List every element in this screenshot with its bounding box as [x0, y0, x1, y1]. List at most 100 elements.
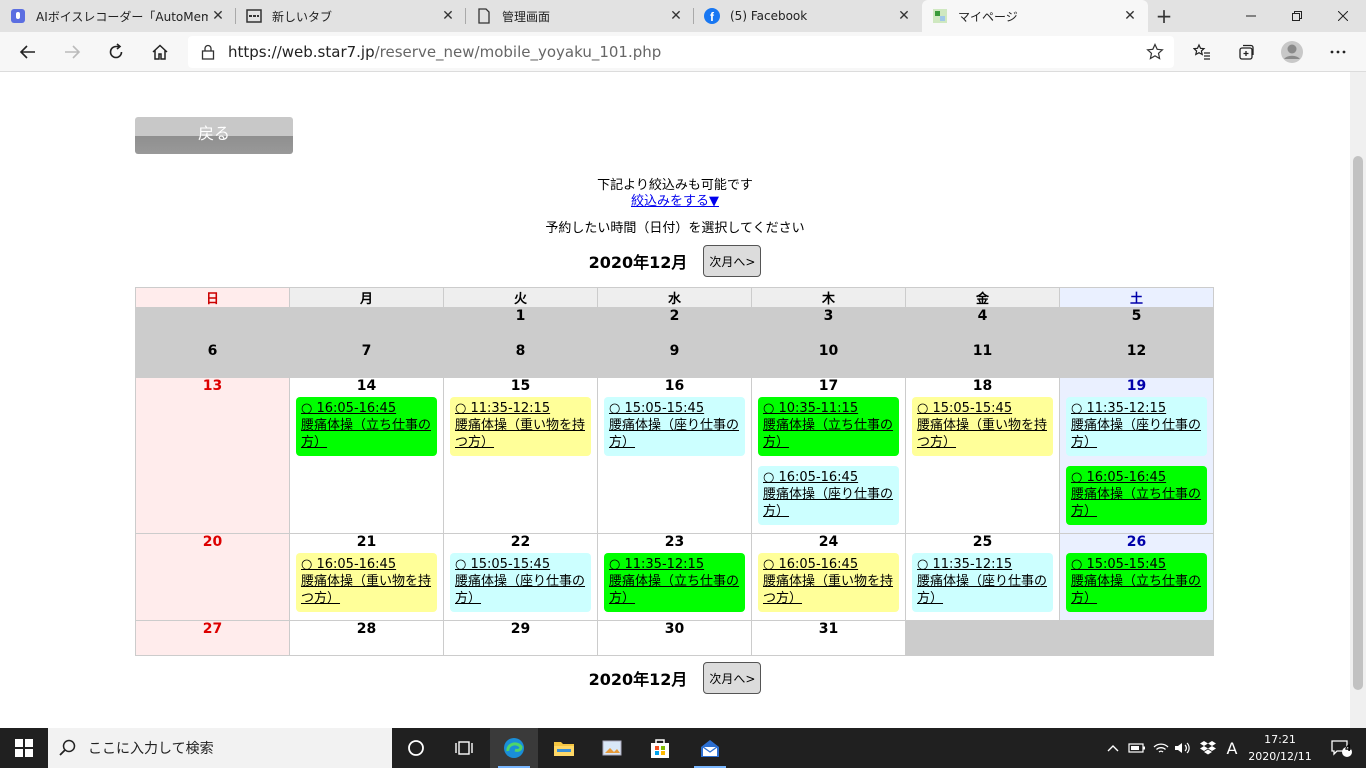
day-number [141, 308, 284, 325]
calendar-day-cell: 22 ○ 15:05-15:45 腰痛体操（座り仕事の方） [443, 533, 598, 621]
reservation-slot[interactable]: ○ 16:05-16:45 腰痛体操（重い物を持つ方） [758, 553, 899, 612]
profile-avatar[interactable] [1276, 36, 1308, 68]
scrollbar-thumb[interactable] [1353, 156, 1363, 690]
reservation-slot[interactable]: ○ 15:05-15:45 腰痛体操（座り仕事の方） [450, 553, 591, 612]
windows-start-icon[interactable] [0, 728, 48, 768]
calendar-day-cell: 12 [1059, 342, 1214, 378]
mail-app-icon[interactable] [686, 728, 734, 768]
slot-title: 腰痛体操（立ち仕事の方） [1071, 487, 1202, 519]
minimize-button[interactable] [1228, 0, 1274, 32]
calendar-week-row: 6 7 8 9 10 11 12 [135, 342, 1214, 378]
tab-mypage[interactable]: マイページ ✕ [922, 0, 1148, 32]
weekday-header-sat: 土 [1059, 287, 1214, 308]
url-path: /reserve_new/mobile_yoyaku_101.php [374, 43, 662, 61]
slot-title: 腰痛体操（立ち仕事の方） [1071, 574, 1202, 606]
url-bar[interactable]: https://web.star7.jp/reserve_new/mobile_… [188, 36, 1174, 68]
calendar-day-cell: 20 [135, 533, 290, 621]
reservation-slot[interactable]: ○ 15:05-15:45 腰痛体操（重い物を持つ方） [912, 397, 1053, 456]
day-number: 9 [669, 343, 680, 359]
edge-taskbar-icon[interactable] [490, 728, 538, 768]
close-tab-icon[interactable]: ✕ [666, 8, 686, 24]
favorites-icon[interactable] [1186, 36, 1218, 68]
reservation-slot[interactable]: ○ 15:05-15:45 腰痛体操（立ち仕事の方） [1066, 553, 1207, 612]
back-button[interactable]: 戻る [135, 117, 293, 154]
reservation-slot[interactable]: ○ 11:35-12:15 腰痛体操（立ち仕事の方） [604, 553, 745, 612]
next-month-button[interactable]: 次月へ> [703, 245, 762, 277]
day-number: 14 [356, 378, 377, 394]
battery-icon[interactable] [1126, 728, 1148, 768]
reservation-slot[interactable]: ○ 15:05-15:45 腰痛体操（座り仕事の方） [604, 397, 745, 456]
cortana-icon[interactable] [392, 728, 440, 768]
next-month-button[interactable]: 次月へ> [703, 662, 762, 694]
refresh-icon[interactable] [100, 36, 132, 68]
lock-icon[interactable] [188, 44, 228, 60]
slot-title: 腰痛体操（立ち仕事の方） [763, 418, 894, 450]
day-number: 3 [823, 308, 834, 324]
vertical-scrollbar[interactable] [1350, 72, 1366, 728]
close-tab-icon[interactable]: ✕ [894, 8, 914, 24]
volume-icon[interactable] [1172, 728, 1194, 768]
day-number: 20 [202, 534, 223, 550]
reservation-slot[interactable]: ○ 16:05-16:45 腰痛体操（立ち仕事の方） [296, 397, 437, 456]
photos-app-icon[interactable] [588, 728, 636, 768]
day-number: 28 [356, 621, 377, 637]
site-icon [932, 8, 948, 24]
calendar-day-cell: 14 ○ 16:05-16:45 腰痛体操（立ち仕事の方） [289, 377, 444, 534]
filter-link[interactable]: 絞込みをする▼ [631, 194, 719, 209]
slot-time: ○ 16:05-16:45 [301, 401, 397, 416]
reservation-slot[interactable]: ○ 10:35-11:15 腰痛体操（立ち仕事の方） [758, 397, 899, 456]
file-explorer-icon[interactable] [540, 728, 588, 768]
taskbar-search-input[interactable]: ここに入力して検索 [48, 728, 392, 768]
facebook-icon: f [704, 8, 720, 24]
slot-title: 腰痛体操（重い物を持つ方） [917, 418, 1048, 450]
home-icon[interactable] [144, 36, 176, 68]
slot-time: ○ 15:05-15:45 [455, 557, 551, 572]
tab-admin[interactable]: 管理画面 ✕ [466, 0, 694, 32]
day-number: 4 [977, 308, 988, 324]
reservation-slot[interactable]: ○ 11:35-12:15 腰痛体操（重い物を持つ方） [450, 397, 591, 456]
reservation-slot[interactable]: ○ 11:35-12:15 腰痛体操（座り仕事の方） [1066, 397, 1207, 456]
month-label: 2020年12月 [588, 670, 688, 689]
day-number: 21 [356, 534, 377, 550]
calendar-week-row: 27 28 29 30 31 [135, 620, 1214, 656]
forward-arrow-icon[interactable] [56, 36, 88, 68]
reservation-slot[interactable]: ○ 16:05-16:45 腰痛体操（立ち仕事の方） [1066, 466, 1207, 525]
tab-facebook[interactable]: f (5) Facebook ✕ [694, 0, 922, 32]
close-tab-icon[interactable]: ✕ [208, 8, 228, 24]
reservation-slot[interactable]: ○ 16:05-16:45 腰痛体操（座り仕事の方） [758, 466, 899, 525]
new-tab-button[interactable]: + [1151, 4, 1177, 28]
slot-title: 腰痛体操（座り仕事の方） [763, 487, 894, 519]
day-number: 23 [664, 534, 685, 550]
task-view-icon[interactable] [440, 728, 488, 768]
wifi-icon[interactable] [1150, 728, 1172, 768]
instruction-text: 予約したい時間（日付）を選択してください [545, 221, 805, 236]
tab-new-tab[interactable]: 新しいタブ ✕ [236, 0, 466, 32]
taskbar-clock[interactable]: 17:21 2020/12/11 [1244, 731, 1316, 765]
tab-title: 管理画面 [502, 9, 551, 24]
store-icon[interactable] [636, 728, 684, 768]
day-number: 30 [664, 621, 685, 637]
day-number [911, 621, 1054, 638]
show-hidden-icons-icon[interactable] [1102, 728, 1124, 768]
more-options-icon[interactable] [1322, 36, 1354, 68]
slot-title: 腰痛体操（座り仕事の方） [917, 574, 1048, 606]
taskbar: ここに入力して検索 A 17:21 2020/12/11 4 [0, 728, 1366, 768]
slot-time: ○ 10:35-11:15 [763, 401, 859, 416]
notification-center-icon[interactable]: 4 [1318, 728, 1364, 768]
reservation-slot[interactable]: ○ 16:05-16:45 腰痛体操（重い物を持つ方） [296, 553, 437, 612]
close-tab-icon[interactable]: ✕ [438, 8, 458, 24]
calendar-day-cell: 5 [1059, 307, 1214, 343]
collections-icon[interactable] [1230, 36, 1262, 68]
ime-indicator[interactable]: A [1220, 728, 1244, 768]
tab-automemo[interactable]: AIボイスレコーダー「AutoMemo」 ✕ [0, 0, 236, 32]
favorite-star-icon[interactable] [1146, 43, 1164, 65]
page-viewport: 戻る 下記より絞込みも可能です 絞込みをする▼ 予約したい時間（日付）を選択して… [0, 72, 1366, 728]
close-window-button[interactable] [1320, 0, 1366, 32]
reservation-slot[interactable]: ○ 11:35-12:15 腰痛体操（座り仕事の方） [912, 553, 1053, 612]
dropbox-icon[interactable] [1196, 728, 1220, 768]
close-tab-icon[interactable]: ✕ [1120, 8, 1140, 24]
back-arrow-icon[interactable] [12, 36, 44, 68]
calendar-day-cell: 6 [135, 342, 290, 378]
calendar-day-cell: 15 ○ 11:35-12:15 腰痛体操（重い物を持つ方） [443, 377, 598, 534]
restore-button[interactable] [1274, 0, 1320, 32]
